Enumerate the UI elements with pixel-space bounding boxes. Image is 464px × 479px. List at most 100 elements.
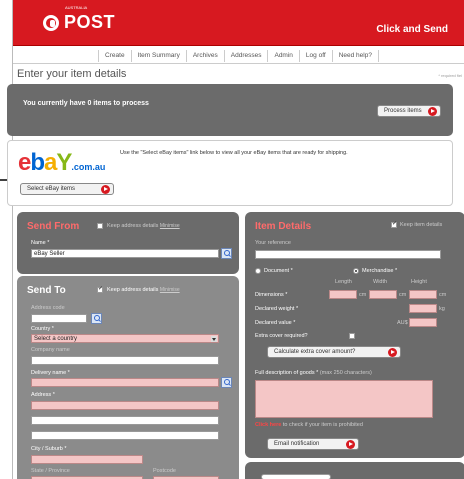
header-bar: AUSTRALIA POST Click and Send [13,0,464,46]
send-to-keep-checkbox[interactable] [97,285,103,293]
main-nav: Create Item Summary Archives Addresses A… [13,48,464,64]
title-row: Enter your item details * required fiel [13,64,464,82]
send-from-title: Send From [27,221,80,232]
nav-log-off[interactable]: Log off [300,49,333,62]
send-to-minimise-link[interactable]: Minimise [160,287,180,293]
width-field[interactable] [369,290,397,299]
length-label: Length [335,279,352,285]
your-reference-label: Your reference [255,240,291,246]
height-label: Height [411,279,427,285]
ebay-logo: ebaY.com.au [18,149,105,177]
send-to-keep-label: Keep address details Minimise [107,287,180,293]
australia-post-logo: AUSTRALIA POST [43,5,115,33]
send-to-keep-text: Keep address details [107,287,159,293]
declared-value-field[interactable] [409,318,437,327]
delivery-name-label: Delivery name * [31,370,70,376]
prohibited-items-link[interactable]: Click here [255,422,281,428]
delivery-name-search-icon[interactable] [221,377,232,388]
postcode-label: Postcode [153,468,176,474]
address-line-3-field[interactable] [31,431,219,440]
your-reference-field[interactable] [255,250,441,259]
send-from-keep-label: Keep address details Minimise [107,223,180,229]
address-code-label: Address code [31,305,65,311]
item-details-panel: Item Details Keep item details Your refe… [245,212,464,458]
address-code-search-icon[interactable] [91,313,102,324]
email-notification-label: Email notification [274,441,320,447]
chevron-down-icon [211,336,217,342]
extra-cover-label: Extra cover required? [255,333,308,339]
dimensions-label: Dimensions * [255,292,288,298]
width-label: Width [373,279,388,285]
items-to-process-message: You currently have 0 items to process [23,100,149,107]
extra-cover-checkbox[interactable] [349,333,355,339]
email-notification-button[interactable]: Email notification [267,438,359,450]
nav-admin[interactable]: Admin [268,49,300,62]
select-ebay-items-label: Select eBay items [27,186,76,192]
send-from-keep-checkbox[interactable] [97,223,103,229]
page-title: Enter your item details [17,68,127,80]
nav-need-help[interactable]: Need help? [333,49,379,62]
click-and-send-title: Click and Send [376,24,448,35]
send-to-title: Send To [27,285,66,296]
full-description-label: Full description of goods * (max 250 cha… [255,370,372,376]
process-items-label: Process items [384,108,422,114]
brand-small-text: AUSTRALIA [65,5,88,10]
ebay-logo-y: Y [56,149,72,176]
calculate-extra-cover-label: Calculate extra cover amount? [274,349,356,355]
lower-right-field[interactable] [261,474,331,479]
declared-weight-label: Declared weight * [255,306,299,312]
declared-value-label: Declared value * [255,320,296,326]
calculate-extra-cover-button[interactable]: Calculate extra cover amount? [267,346,401,358]
merchandise-radio[interactable] [353,268,359,274]
delivery-name-field[interactable] [31,378,219,387]
nav-addresses[interactable]: Addresses [225,49,269,62]
max-characters-note: (max 250 characters) [319,370,372,376]
nav-item-summary[interactable]: Item Summary [132,49,187,62]
value-currency-unit: AU$ [397,320,408,326]
arrow-right-icon [388,347,397,357]
required-note: * required fiel [438,73,462,78]
country-select[interactable]: Select a country [31,334,219,343]
length-cm-unit: cm [359,292,367,298]
nav-create[interactable]: Create [98,49,132,62]
prohibited-note: Click here to check if your item is proh… [255,422,363,428]
address-code-field[interactable] [31,314,87,323]
arrow-right-icon [346,439,355,449]
app-frame: AUSTRALIA POST Click and Send Create Ite… [7,0,464,479]
nav-archives[interactable]: Archives [187,49,225,62]
send-from-panel: Send From Keep address details Minimise … [17,212,239,274]
length-field[interactable] [329,290,357,299]
address-line-1-field[interactable] [31,401,219,410]
height-cm-unit: cm [439,292,447,298]
select-ebay-items-button[interactable]: Select eBay items [20,183,114,195]
country-label: Country * [31,326,54,332]
send-to-panel: Send To Keep address details Minimise Ad… [17,276,239,479]
send-from-keep-text: Keep address details [107,223,159,229]
ebay-info-text: Use the "Select eBay items" link below t… [120,150,348,156]
width-cm-unit: cm [399,292,407,298]
ebay-logo-domain: .com.au [71,162,106,172]
address-label: Address * [31,392,55,398]
declared-weight-field[interactable] [409,304,437,313]
ebay-logo-a: a [44,149,57,176]
arrow-right-icon [428,106,437,116]
company-name-field[interactable] [31,356,219,365]
document-radio[interactable] [255,268,261,274]
city-suburb-field[interactable] [31,455,143,464]
height-field[interactable] [409,290,437,299]
address-line-2-field[interactable] [31,416,219,425]
country-select-value: Select a country [34,336,78,342]
lower-right-panel [245,462,464,479]
weight-kg-unit: kg [439,306,445,312]
city-suburb-label: City / Suburb * [31,446,67,452]
send-from-minimise-link[interactable]: Minimise [160,223,180,229]
post-logo-icon [43,14,59,31]
keep-item-details-checkbox[interactable] [391,220,397,228]
company-name-label: Company name [31,347,70,353]
name-field[interactable]: eBay Seller [31,249,219,258]
full-description-text: Full description of goods * [255,370,319,376]
process-items-button[interactable]: Process items [377,105,441,117]
full-description-textarea[interactable] [255,380,433,418]
address-search-icon[interactable] [221,248,232,259]
ebay-logo-b: b [30,149,45,176]
